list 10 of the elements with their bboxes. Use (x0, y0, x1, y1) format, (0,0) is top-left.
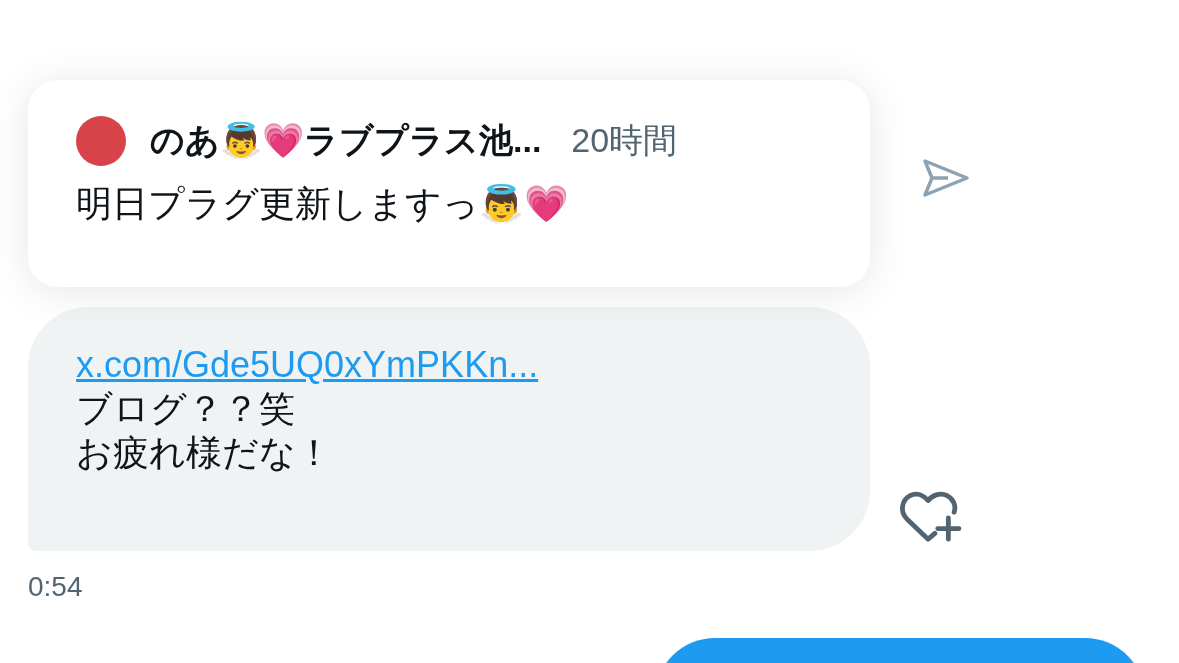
quoted-message-card[interactable]: のあ👼💗ラブプラス池... 20時間 明日プラグ更新しますっ👼💗 (28, 80, 870, 287)
send-icon[interactable] (922, 157, 970, 198)
heart-plus-icon[interactable] (900, 489, 962, 543)
author-name: のあ👼💗ラブプラス池... (150, 120, 542, 161)
quoted-time: 20時間 (571, 120, 678, 161)
message-line: お疲れ様だな！ (76, 431, 333, 475)
message-time: 0:54 (28, 571, 84, 603)
avatar (76, 116, 126, 166)
quoted-text: 明日プラグ更新しますっ👼💗 (76, 182, 570, 226)
message-line: ブログ？？笑 (76, 387, 296, 431)
